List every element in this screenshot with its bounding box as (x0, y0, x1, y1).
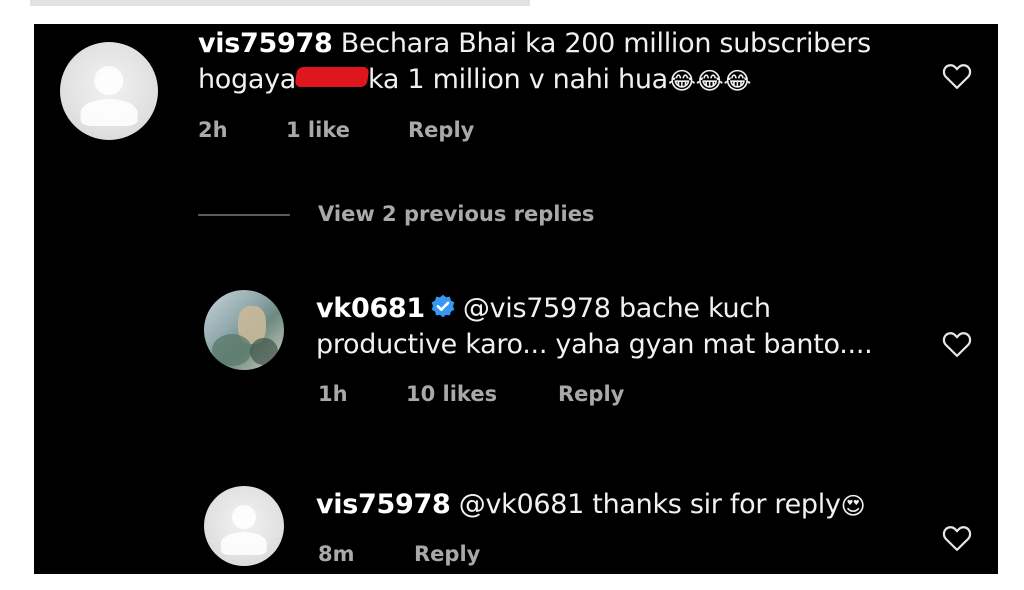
reply-time: 1h (318, 382, 348, 406)
reply-button[interactable]: Reply (558, 382, 624, 406)
reply-mention[interactable]: @vk0681 (459, 489, 585, 520)
reply-time: 8m (318, 542, 355, 566)
heart-outline-icon[interactable] (942, 62, 972, 90)
reply-body: thanks sir for reply (592, 489, 841, 520)
reply-button[interactable]: Reply (408, 118, 474, 142)
heart-eyes-emoji: 😍 (840, 491, 866, 520)
reply-likes[interactable]: 10 likes (406, 382, 497, 406)
avatar[interactable] (204, 486, 284, 566)
reply-mention[interactable]: @vis75978 (463, 293, 611, 324)
redaction-mark (294, 66, 370, 87)
laughing-emoji: 😂😂😂 (667, 66, 752, 95)
comment-text-line2: hogaya ka 1 million v nahi hua😂😂😂 (198, 63, 751, 97)
comment-body-line1: Bechara Bhai ka 200 million subscribers (340, 28, 871, 59)
comment-likes[interactable]: 1 like (286, 118, 350, 142)
heart-outline-icon[interactable] (942, 524, 972, 552)
avatar[interactable] (204, 290, 284, 370)
reply-text: vk0681 @vis75978 bache kuch (316, 292, 771, 326)
comment-time: 2h (198, 118, 228, 142)
reply-username[interactable]: vk0681 (316, 293, 425, 324)
reply-body-line2: productive karo... yaha gyan mat banto..… (316, 329, 873, 360)
image-top-edge (30, 0, 530, 6)
reply-button[interactable]: Reply (414, 542, 480, 566)
comment-text: vis75978 Bechara Bhai ka 200 million sub… (198, 27, 871, 61)
comments-panel: vis75978 Bechara Bhai ka 200 million sub… (34, 24, 998, 574)
comment-username[interactable]: vis75978 (198, 28, 333, 59)
verified-badge-icon (431, 294, 455, 317)
comment-body-prefix: hogaya (198, 64, 297, 95)
reply-username[interactable]: vis75978 (316, 489, 451, 520)
comment-body-suffix: ka 1 million v nahi hua (368, 64, 668, 95)
heart-outline-icon[interactable] (942, 330, 972, 358)
reply-body-line1: bache kuch (618, 293, 771, 324)
avatar[interactable] (60, 42, 158, 140)
replies-divider (198, 214, 290, 216)
reply-text: vis75978 @vk0681 thanks sir for reply😍 (316, 488, 866, 522)
view-previous-replies[interactable]: View 2 previous replies (318, 202, 594, 226)
